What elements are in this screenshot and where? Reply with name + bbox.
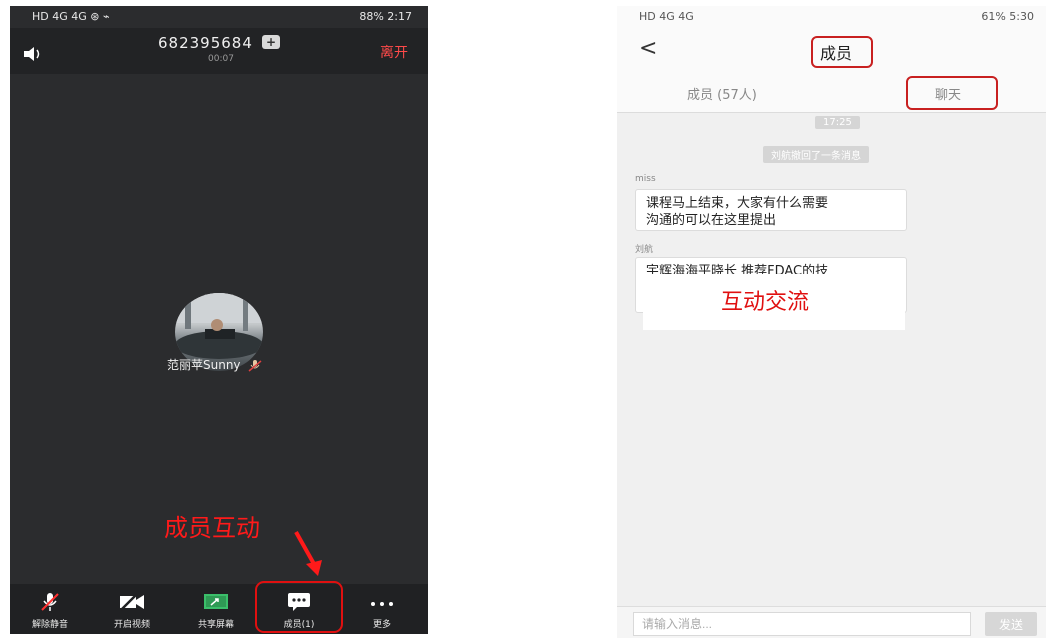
chat-screen: HD 4G 4G 61% 5:30 < 成员 成员 (57人) 聊天 17:25… — [617, 6, 1046, 638]
status-bar: HD 4G 4G 61% 5:30 — [617, 6, 1046, 28]
annotation-caption: 成员互动 — [164, 514, 260, 542]
input-bar: 发送 — [617, 606, 1046, 638]
status-right: 88% 2:17 — [359, 10, 412, 23]
speaker-icon[interactable] — [24, 46, 44, 65]
unmute-label: 解除静音 — [31, 620, 68, 630]
leave-button[interactable]: 离开 — [380, 42, 408, 62]
annotation-highlight-box — [255, 581, 343, 633]
meeting-toolbar: 解除静音 开启视频 共享屏幕 成员(1) 更多 — [10, 584, 428, 634]
message-bubble: 课程马上结束，大家有什么需要 沟通的可以在这里提出 — [635, 189, 907, 231]
share-screen-label: 共享屏幕 — [197, 620, 234, 630]
muted-mic-icon — [248, 359, 262, 372]
unmute-button[interactable]: 解除静音 — [20, 592, 80, 630]
status-left: HD 4G 4G — [639, 10, 694, 23]
back-icon[interactable]: < — [639, 36, 657, 61]
status-left: HD 4G 4G ⊛ ⌁ — [32, 10, 110, 23]
participant-name: 范丽苹Sunny — [167, 356, 262, 373]
message-text-line: 课程马上结束，大家有什么需要 — [646, 196, 829, 211]
muted-mic-icon — [20, 592, 80, 612]
meeting-id: 682395684 — [158, 34, 253, 52]
video-off-icon — [102, 592, 162, 612]
more-button[interactable]: 更多 — [352, 592, 412, 630]
message-text-line: 沟通的可以在这里提出 — [646, 213, 777, 228]
status-right: 61% 5:30 — [981, 10, 1034, 23]
page-title: 成员 — [820, 44, 853, 63]
add-icon[interactable]: + — [262, 35, 280, 49]
time-divider: 17:25 — [815, 116, 860, 129]
share-screen-button[interactable]: 共享屏幕 — [186, 592, 246, 630]
meeting-timer: 00:07 — [208, 54, 234, 64]
recall-notice: 刘航撤回了一条消息 — [763, 146, 869, 163]
more-label: 更多 — [372, 620, 391, 630]
start-video-button[interactable]: 开启视频 — [102, 592, 162, 630]
message-sender: 刘航 — [635, 245, 654, 255]
nav-bar: < 成员 — [617, 28, 1046, 74]
meeting-header: 682395684 + 00:07 离开 — [10, 28, 428, 74]
tab-chat[interactable]: 聊天 — [935, 84, 961, 103]
share-screen-icon — [186, 592, 246, 612]
start-video-label: 开启视频 — [113, 620, 150, 630]
participant-name-text: 范丽苹Sunny — [167, 358, 241, 372]
message-input[interactable] — [633, 612, 971, 636]
send-button[interactable]: 发送 — [985, 612, 1037, 636]
tab-bar: 成员 (57人) 聊天 — [617, 74, 1046, 113]
annotation-caption: 互动交流 — [721, 290, 810, 315]
annotation-arrow — [294, 531, 322, 576]
message-sender: miss — [635, 174, 656, 184]
tab-members[interactable]: 成员 (57人) — [687, 84, 757, 103]
meeting-screen: HD 4G 4G ⊛ ⌁ 88% 2:17 682395684 + 00:07 … — [10, 6, 428, 634]
status-bar: HD 4G 4G ⊛ ⌁ 88% 2:17 — [10, 6, 428, 28]
more-icon — [352, 592, 412, 612]
